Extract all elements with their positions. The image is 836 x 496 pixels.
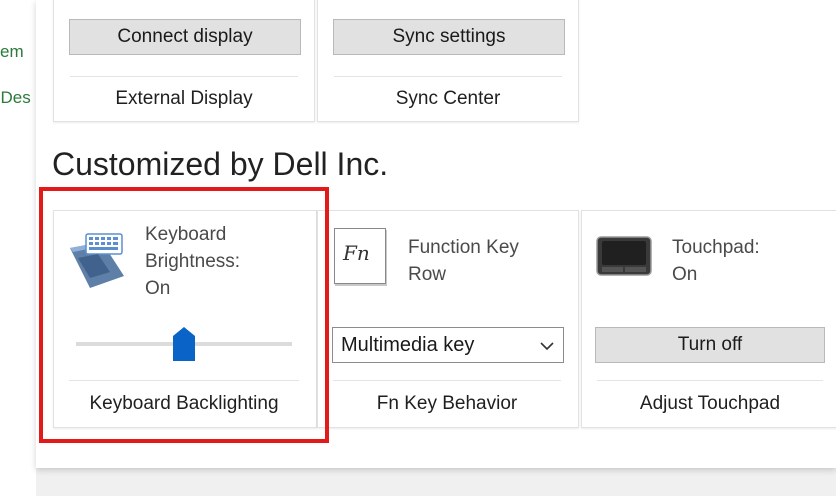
chevron-down-icon bbox=[539, 337, 555, 353]
sync-settings-button[interactable]: Sync settings bbox=[333, 19, 565, 55]
fn-title-line2: Row bbox=[408, 264, 447, 285]
sidebar-link-partial-2[interactable]: l Des bbox=[0, 88, 31, 108]
fn-key-behavior-label: Fn Key Behavior bbox=[376, 393, 518, 414]
keyboard-brightness-slider-thumb[interactable] bbox=[173, 327, 195, 361]
keyboard-status-line2: Brightness: bbox=[145, 251, 241, 272]
keyboard-status-line1: Keyboard bbox=[145, 224, 227, 245]
touchpad-icon bbox=[596, 236, 652, 276]
keyboard-backlight-icon bbox=[68, 232, 126, 292]
touchpad-tile-divider bbox=[597, 380, 823, 381]
section-title: Customized by Dell Inc. bbox=[52, 146, 389, 182]
fn-tile-divider bbox=[333, 380, 561, 381]
fn-key-behavior-selected: Multimedia key bbox=[341, 333, 475, 356]
touchpad-status: Touchpad: On bbox=[672, 234, 760, 288]
keyboard-status-line3: On bbox=[145, 278, 171, 299]
fn-title-line1: Function Key bbox=[408, 237, 519, 258]
fn-key-icon: Fn bbox=[334, 228, 386, 284]
fn-key-icon-text: Fn bbox=[343, 241, 370, 265]
keyboard-tile-divider bbox=[69, 380, 299, 381]
external-display-tile: Connect display External Display bbox=[53, 0, 315, 122]
sidebar-link-partial-1[interactable]: em bbox=[0, 42, 24, 62]
sync-center-tile: Sync settings Sync Center bbox=[317, 0, 579, 122]
background-window-strip: em l Des bbox=[0, 0, 36, 496]
sync-center-label: Sync Center bbox=[334, 76, 562, 121]
keyboard-brightness-status: Keyboard Brightness: On bbox=[145, 221, 240, 302]
keyboard-backlighting-label: Keyboard Backlighting bbox=[89, 393, 279, 414]
touchpad-status-line1: Touchpad: bbox=[672, 237, 760, 258]
function-key-row-title: Function Key Row bbox=[408, 234, 519, 288]
adjust-touchpad-label: Adjust Touchpad bbox=[639, 393, 781, 414]
fn-key-behavior-select[interactable]: Multimedia key bbox=[332, 327, 564, 363]
touchpad-status-line2: On bbox=[672, 264, 698, 285]
connect-display-button[interactable]: Connect display bbox=[69, 19, 301, 55]
turn-off-touchpad-button[interactable]: Turn off bbox=[595, 327, 825, 363]
external-display-label: External Display bbox=[70, 76, 298, 121]
